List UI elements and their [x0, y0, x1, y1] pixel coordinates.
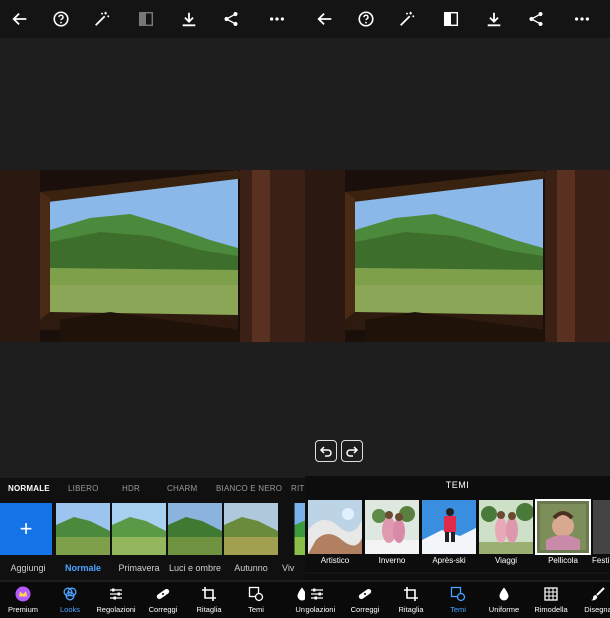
download-icon[interactable]: [179, 9, 199, 29]
category-tab-bianco-e-nero[interactable]: BIANCO E NERO: [216, 484, 282, 493]
nav-looks[interactable]: Looks: [44, 586, 96, 614]
theme-label-artistico: Artistico: [320, 556, 350, 565]
bandage-icon: [358, 588, 372, 600]
category-tab-libero[interactable]: LIBERO: [68, 484, 99, 493]
theme-tile-inverno[interactable]: [365, 500, 419, 554]
nav-ritaglia[interactable]: Ritaglia: [183, 586, 235, 614]
look-label-normale: Normale: [64, 563, 101, 573]
look-label-aggiungi: Aggiungi: [10, 563, 46, 573]
look-label-primavera: Primavera: [118, 563, 160, 573]
divider: [305, 572, 610, 574]
back-arrow-icon[interactable]: [10, 9, 30, 29]
redo-icon: [346, 446, 359, 457]
category-tab-partial[interactable]: RITI: [291, 484, 305, 493]
magic-wand-icon[interactable]: [92, 9, 112, 29]
nav-temi[interactable]: Temi: [230, 586, 282, 614]
editor-panel-right: TEMI Artistico Inverno Après-ski Viaggi …: [305, 0, 610, 618]
nav-uniforme-partial[interactable]: Unif: [276, 586, 305, 614]
theme-label-apres-ski: Après-ski: [432, 556, 466, 565]
look-label-autunno: Autunno: [234, 563, 268, 573]
compare-icon[interactable]: [441, 9, 461, 29]
photo-canvas[interactable]: [305, 38, 610, 474]
add-look-button[interactable]: +: [0, 503, 52, 555]
theme-label-partial: Festi: [592, 556, 610, 565]
look-thumb-normale[interactable]: [56, 503, 110, 555]
undo-button[interactable]: [315, 440, 337, 462]
category-tab-charm[interactable]: CHARM: [167, 484, 197, 493]
theme-label-viaggi: Viaggi: [494, 556, 518, 565]
help-icon[interactable]: [356, 9, 376, 29]
theme-tile-artistico[interactable]: [308, 500, 362, 554]
brush-icon: [591, 587, 605, 601]
sliders-icon: [110, 588, 122, 600]
looks-strip: + Aggiungi Normale Primavera Luci e ombr…: [0, 500, 305, 580]
photo-canvas[interactable]: [0, 38, 305, 474]
nav-premium[interactable]: Premium: [0, 586, 49, 614]
nav-correggi[interactable]: Correggi: [339, 586, 391, 614]
share-icon[interactable]: [526, 9, 546, 29]
top-toolbar: [0, 0, 305, 38]
bottom-nav: orgolazioni Correggi Ritaglia Temi Unifo…: [305, 582, 610, 618]
look-thumb-luci-e-ombre[interactable]: [168, 503, 222, 555]
nav-correggi[interactable]: Correggi: [137, 586, 189, 614]
look-category-tabs: NORMALE LIBERO HDR CHARM BIANCO E NERO R…: [0, 478, 305, 500]
nav-ritaglia[interactable]: Ritaglia: [385, 586, 437, 614]
look-label-partial: Viv: [282, 563, 295, 573]
bottom-nav: Premium Looks Regolazioni Correggi Ritag…: [0, 582, 305, 618]
nav-temi[interactable]: Temi: [432, 586, 484, 614]
drop-icon: [499, 587, 509, 601]
editor-panel-left: NORMALE LIBERO HDR CHARM BIANCO E NERO R…: [0, 0, 305, 618]
theme-tile-pellicola[interactable]: [535, 499, 591, 555]
looks-circles-icon: [63, 587, 77, 601]
magic-wand-icon[interactable]: [397, 9, 417, 29]
back-arrow-icon[interactable]: [315, 9, 335, 29]
grid-mesh-icon: [544, 587, 558, 601]
themes-strip: Artistico Inverno Après-ski Viaggi Pelli…: [305, 496, 610, 580]
more-icon[interactable]: [572, 9, 592, 29]
plus-icon: +: [19, 516, 33, 541]
category-tab-hdr[interactable]: HDR: [122, 484, 140, 493]
crop-icon: [202, 587, 216, 601]
theme-tile-partial[interactable]: [593, 500, 610, 554]
nav-disegna[interactable]: Disegna: [572, 586, 610, 614]
drop-icon: [297, 587, 305, 601]
nav-rimodella[interactable]: Rimodella: [525, 586, 577, 614]
download-icon[interactable]: [484, 9, 504, 29]
theme-tile-apres-ski[interactable]: [422, 500, 476, 554]
bandage-icon: [156, 588, 170, 600]
sliders-icon: [311, 588, 323, 600]
look-thumb-autunno[interactable]: [224, 503, 278, 555]
compare-icon[interactable]: [136, 9, 156, 29]
nav-regolazioni[interactable]: Regolazioni: [90, 586, 142, 614]
category-tab-normale[interactable]: NORMALE: [8, 484, 50, 493]
undo-redo-group: [315, 440, 363, 462]
nav-regolazioni-partial[interactable]: orgolazioni: [305, 586, 343, 614]
top-toolbar: [305, 0, 610, 38]
nav-uniforme[interactable]: Uniforme: [478, 586, 530, 614]
theme-label-inverno: Inverno: [378, 556, 406, 565]
look-label-luci-e-ombre: Luci e ombre: [168, 563, 222, 573]
more-icon[interactable]: [267, 9, 287, 29]
premium-crown-icon: [15, 586, 31, 602]
look-thumb-partial[interactable]: [280, 503, 305, 555]
themes-icon: [248, 586, 264, 602]
photo-preview: [305, 170, 610, 342]
themes-icon: [450, 586, 466, 602]
theme-label-pellicola: Pellicola: [548, 556, 578, 565]
help-icon[interactable]: [51, 9, 71, 29]
look-thumb-primavera[interactable]: [112, 503, 166, 555]
redo-button[interactable]: [341, 440, 363, 462]
share-icon[interactable]: [221, 9, 241, 29]
themes-header: TEMI: [305, 476, 610, 496]
undo-icon: [319, 446, 332, 457]
crop-icon: [404, 587, 418, 601]
photo-preview: [0, 170, 305, 342]
theme-tile-viaggi[interactable]: [479, 500, 533, 554]
